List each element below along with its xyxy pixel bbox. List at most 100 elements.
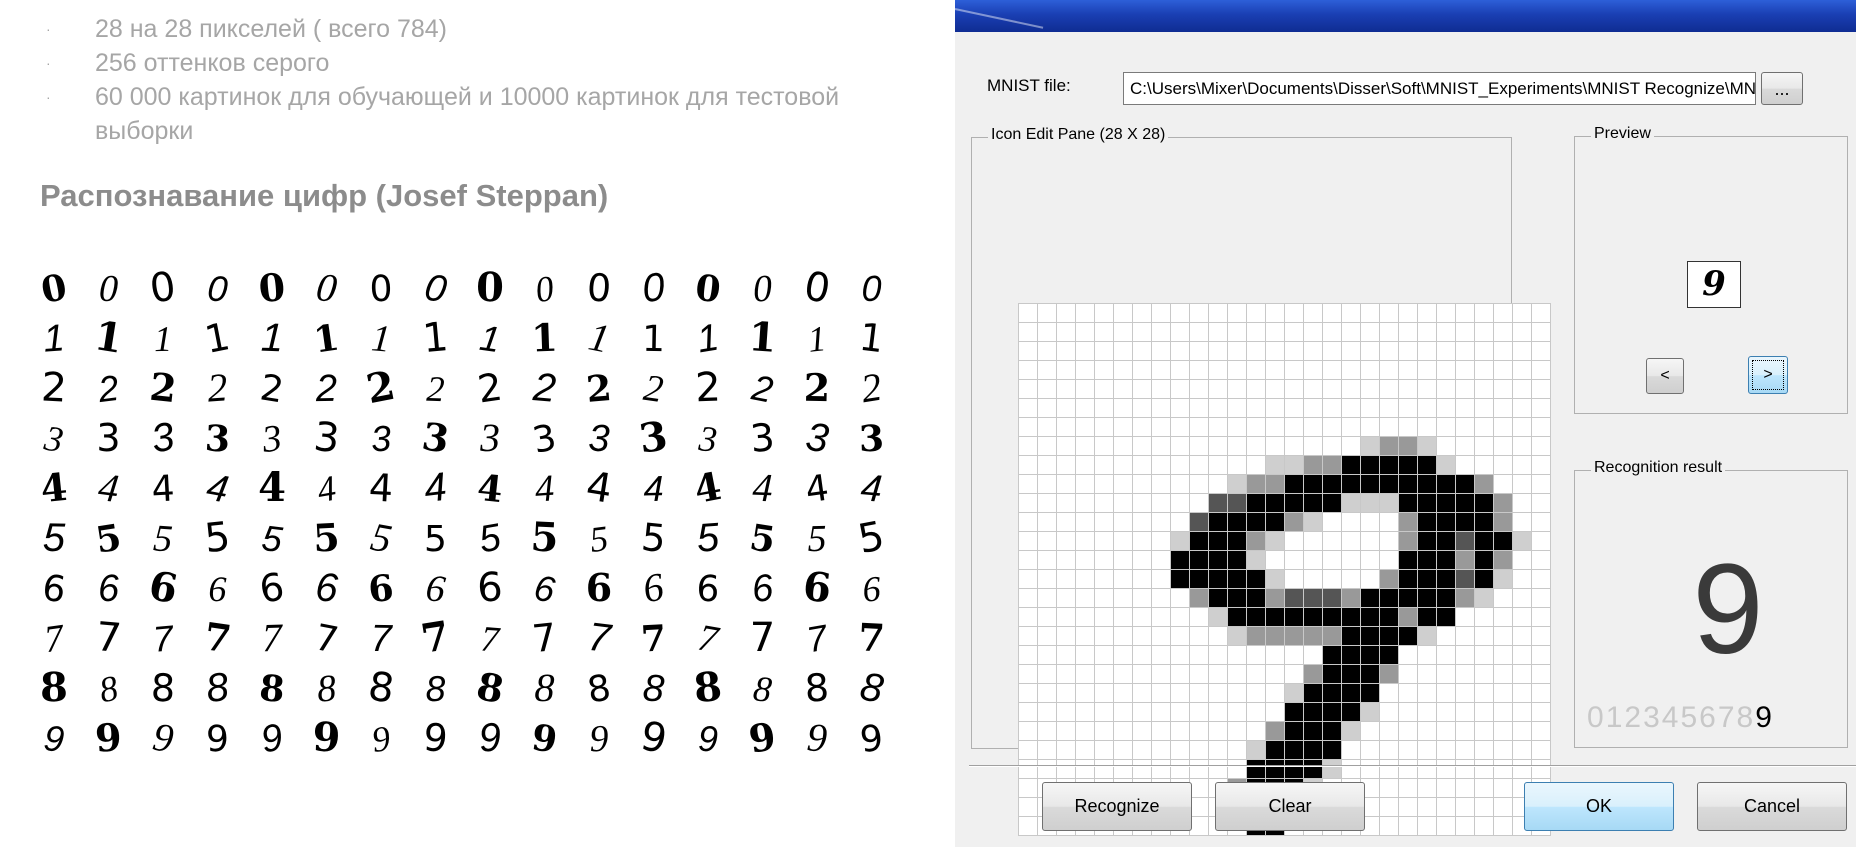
pixel-cell[interactable] xyxy=(1113,379,1133,399)
pixel-cell[interactable] xyxy=(1151,740,1171,760)
pixel-cell[interactable] xyxy=(1227,322,1247,342)
pixel-cell[interactable] xyxy=(1436,493,1456,513)
pixel-cell[interactable] xyxy=(1151,398,1171,418)
pixel-cell[interactable] xyxy=(1512,721,1532,741)
pixel-cell[interactable] xyxy=(1474,645,1494,665)
pixel-cell[interactable] xyxy=(1246,645,1266,665)
pixel-cell[interactable] xyxy=(1018,550,1038,570)
pixel-cell[interactable] xyxy=(1075,436,1095,456)
pixel-cell[interactable] xyxy=(1379,303,1399,323)
pixel-cell[interactable] xyxy=(1208,626,1228,646)
pixel-cell[interactable] xyxy=(1284,436,1304,456)
pixel-cell[interactable] xyxy=(1474,341,1494,361)
pixel-cell[interactable] xyxy=(1341,398,1361,418)
pixel-cell[interactable] xyxy=(1075,360,1095,380)
pixel-cell[interactable] xyxy=(1227,607,1247,627)
pixel-cell[interactable] xyxy=(1227,588,1247,608)
pixel-cell[interactable] xyxy=(1094,379,1114,399)
pixel-cell[interactable] xyxy=(1056,474,1076,494)
pixel-cell[interactable] xyxy=(1303,683,1323,703)
pixel-cell[interactable] xyxy=(1037,474,1057,494)
pixel-cell[interactable] xyxy=(1436,341,1456,361)
pixel-cell[interactable] xyxy=(1303,626,1323,646)
pixel-cell[interactable] xyxy=(1493,398,1513,418)
pixel-cell[interactable] xyxy=(1265,550,1285,570)
pixel-cell[interactable] xyxy=(1227,417,1247,437)
pixel-cell[interactable] xyxy=(1094,664,1114,684)
pixel-cell[interactable] xyxy=(1360,740,1380,760)
pixel-cell[interactable] xyxy=(1113,436,1133,456)
pixel-cell[interactable] xyxy=(1474,702,1494,722)
pixel-cell[interactable] xyxy=(1379,740,1399,760)
pixel-cell[interactable] xyxy=(1398,493,1418,513)
pixel-cell[interactable] xyxy=(1322,702,1342,722)
pixel-cell[interactable] xyxy=(1208,645,1228,665)
pixel-cell[interactable] xyxy=(1056,550,1076,570)
pixel-cell[interactable] xyxy=(1379,778,1399,798)
pixel-cell[interactable] xyxy=(1246,322,1266,342)
pixel-cell[interactable] xyxy=(1170,721,1190,741)
pixel-cell[interactable] xyxy=(1455,322,1475,342)
pixel-cell[interactable] xyxy=(1113,341,1133,361)
pixel-cell[interactable] xyxy=(1151,379,1171,399)
pixel-cell[interactable] xyxy=(1303,474,1323,494)
pixel-cell[interactable] xyxy=(1303,607,1323,627)
pixel-cell[interactable] xyxy=(1512,702,1532,722)
ok-button[interactable]: OK xyxy=(1524,782,1674,831)
pixel-cell[interactable] xyxy=(1493,512,1513,532)
pixel-cell[interactable] xyxy=(1113,607,1133,627)
pixel-cell[interactable] xyxy=(1018,455,1038,475)
pixel-cell[interactable] xyxy=(1398,474,1418,494)
pixel-cell[interactable] xyxy=(1018,759,1038,779)
pixel-cell[interactable] xyxy=(1151,588,1171,608)
pixel-cell[interactable] xyxy=(1474,322,1494,342)
pixel-cell[interactable] xyxy=(1341,740,1361,760)
pixel-cell[interactable] xyxy=(1246,759,1266,779)
pixel-cell[interactable] xyxy=(1284,398,1304,418)
pixel-cell[interactable] xyxy=(1474,436,1494,456)
pixel-cell[interactable] xyxy=(1246,436,1266,456)
pixel-cell[interactable] xyxy=(1265,512,1285,532)
pixel-cell[interactable] xyxy=(1303,588,1323,608)
pixel-cell[interactable] xyxy=(1265,702,1285,722)
pixel-cell[interactable] xyxy=(1436,379,1456,399)
pixel-cell[interactable] xyxy=(1322,474,1342,494)
pixel-cell[interactable] xyxy=(1113,550,1133,570)
pixel-cell[interactable] xyxy=(1265,626,1285,646)
pixel-cell[interactable] xyxy=(1360,531,1380,551)
pixel-cell[interactable] xyxy=(1531,607,1551,627)
pixel-cell[interactable] xyxy=(1151,493,1171,513)
pixel-cell[interactable] xyxy=(1341,493,1361,513)
pixel-cell[interactable] xyxy=(1379,569,1399,589)
pixel-cell[interactable] xyxy=(1094,417,1114,437)
pixel-cell[interactable] xyxy=(1512,550,1532,570)
pixel-cell[interactable] xyxy=(1322,455,1342,475)
pixel-cell[interactable] xyxy=(1132,455,1152,475)
pixel-cell[interactable] xyxy=(1398,740,1418,760)
pixel-cell[interactable] xyxy=(1360,322,1380,342)
pixel-cell[interactable] xyxy=(1056,645,1076,665)
pixel-cell[interactable] xyxy=(1455,360,1475,380)
pixel-cell[interactable] xyxy=(1056,683,1076,703)
pixel-cell[interactable] xyxy=(1474,512,1494,532)
pixel-cell[interactable] xyxy=(1170,303,1190,323)
pixel-cell[interactable] xyxy=(1360,721,1380,741)
pixel-cell[interactable] xyxy=(1512,531,1532,551)
pixel-cell[interactable] xyxy=(1037,645,1057,665)
pixel-cell[interactable] xyxy=(1132,531,1152,551)
pixel-cell[interactable] xyxy=(1455,341,1475,361)
pixel-cell[interactable] xyxy=(1417,759,1437,779)
pixel-cell[interactable] xyxy=(1303,379,1323,399)
pixel-cell[interactable] xyxy=(1132,626,1152,646)
pixel-cell[interactable] xyxy=(1284,379,1304,399)
pixel-cell[interactable] xyxy=(1189,778,1209,798)
pixel-cell[interactable] xyxy=(1455,721,1475,741)
pixel-cell[interactable] xyxy=(1075,759,1095,779)
pixel-cell[interactable] xyxy=(1474,816,1494,836)
pixel-cell[interactable] xyxy=(1056,455,1076,475)
pixel-cell[interactable] xyxy=(1056,341,1076,361)
pixel-cell[interactable] xyxy=(1018,303,1038,323)
pixel-cell[interactable] xyxy=(1227,759,1247,779)
pixel-cell[interactable] xyxy=(1417,417,1437,437)
pixel-cell[interactable] xyxy=(1398,816,1418,836)
